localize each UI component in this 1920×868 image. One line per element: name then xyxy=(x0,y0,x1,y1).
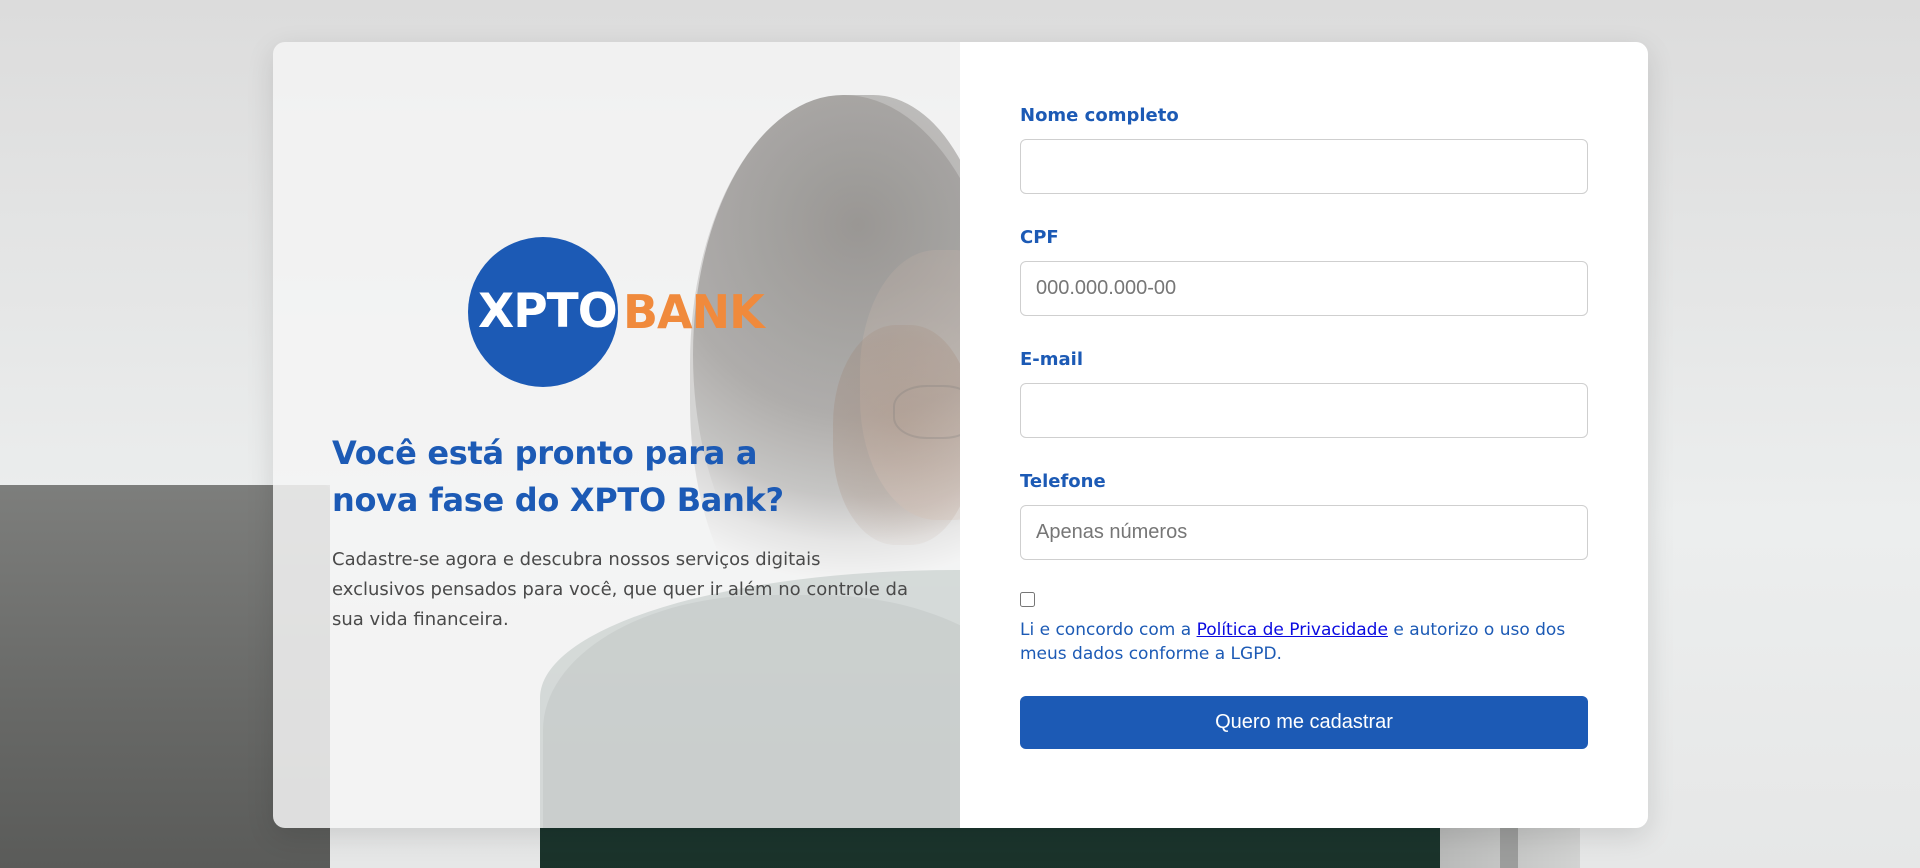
brand-logo: XPTO BANK xyxy=(468,237,768,387)
cpf-field-group: CPF xyxy=(1020,227,1588,316)
signup-card: XPTO BANK Você está pronto para a nova f… xyxy=(273,42,1648,828)
signup-submit-button[interactable]: Quero me cadastrar xyxy=(1020,696,1588,749)
hero-photo-face xyxy=(833,325,960,545)
phone-field-group: Telefone xyxy=(1020,471,1588,560)
email-field-group: E-mail xyxy=(1020,349,1588,438)
logo-text-secondary: BANK xyxy=(623,285,765,339)
consent-text-before: Li e concordo com a xyxy=(1020,620,1197,640)
privacy-consent: Li e concordo com a Política de Privacid… xyxy=(1020,592,1588,666)
email-input[interactable] xyxy=(1020,383,1588,438)
privacy-consent-checkbox[interactable] xyxy=(1020,592,1035,607)
page: XPTO BANK Você está pronto para a nova f… xyxy=(0,0,1920,868)
privacy-consent-text: Li e concordo com a Política de Privacid… xyxy=(1020,618,1588,666)
phone-label: Telefone xyxy=(1020,471,1106,492)
full-name-input[interactable] xyxy=(1020,139,1588,194)
hero-panel: XPTO BANK Você está pronto para a nova f… xyxy=(273,42,960,828)
full-name-label: Nome completo xyxy=(1020,105,1179,126)
email-label: E-mail xyxy=(1020,349,1084,370)
phone-input[interactable] xyxy=(1020,505,1588,560)
privacy-policy-link[interactable]: Política de Privacidade xyxy=(1197,620,1388,640)
hero-photo-glasses xyxy=(893,385,960,439)
hero-description: Cadastre-se agora e descubra nossos serv… xyxy=(332,549,909,630)
signup-form-panel: Nome completo CPF E-mail Telefone xyxy=(960,42,1648,828)
cpf-label: CPF xyxy=(1020,227,1059,248)
logo-text-primary: XPTO xyxy=(478,284,618,339)
full-name-field-group: Nome completo xyxy=(1020,105,1588,194)
hero-headline: Você está pronto para a nova fase do XPT… xyxy=(332,434,784,519)
cpf-input[interactable] xyxy=(1020,261,1588,316)
